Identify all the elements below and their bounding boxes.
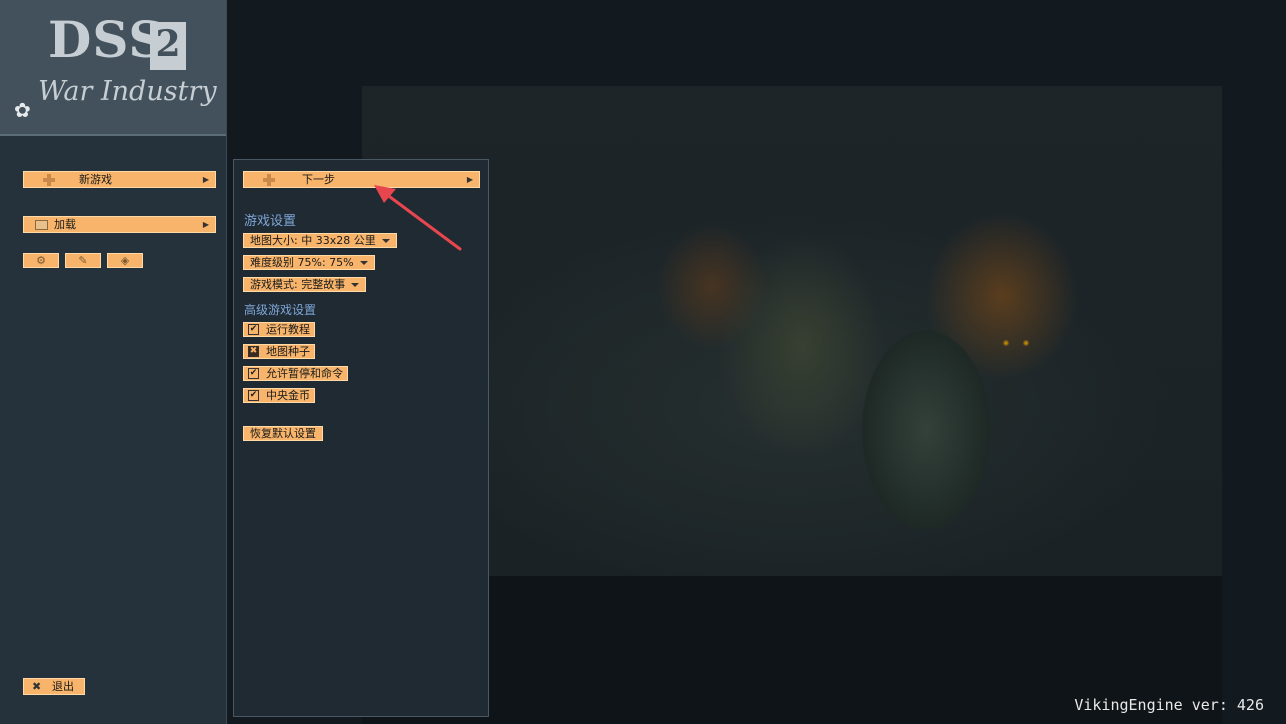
hooded-figure-art [786,290,1066,576]
new-game-label: 新游戏 [79,173,112,186]
logo-title: DSS [48,10,166,69]
left-menu-panel: DSS 2 War Industry ✿ 新游戏 ▶ 加载 ▶ ⚙ ✎ ◈ ✖ … [0,0,227,724]
quit-label: 退出 [52,680,74,693]
checkbox-unchecked-icon: ✖ [248,346,259,357]
new-game-button[interactable]: 新游戏 ▶ [23,171,216,188]
checkbox-checked-icon: ✔ [248,390,259,401]
plus-icon [42,173,56,186]
chevron-down-icon [351,283,360,287]
glowing-eyes-art [994,338,1038,348]
map-seed-checkbox[interactable]: ✖ 地图种子 [243,344,315,359]
arrow-right-icon: ▶ [202,220,209,229]
annotation-arrow-icon [374,185,462,251]
flower-icon[interactable]: ✿ [14,98,31,122]
settings-small-button[interactable]: ⚙ [23,253,59,268]
restore-defaults-button[interactable]: 恢复默认设置 [243,426,323,441]
checkbox-checked-icon: ✔ [248,368,259,379]
advanced-settings-heading: 高级游戏设置 [244,303,317,317]
plus-icon [262,173,276,186]
folder-icon [35,220,48,230]
edit-icon: ✎ [78,254,88,267]
game-mode-dropdown[interactable]: 游戏模式: 完整故事 [243,277,367,292]
edit-small-button[interactable]: ✎ [65,253,101,268]
quit-button[interactable]: ✖ 退出 [23,678,85,695]
difficulty-dropdown[interactable]: 难度级别 75%: 75% [243,255,375,270]
diamond-icon: ◈ [120,254,130,267]
version-label: VikingEngine ver: 426 [1074,696,1264,714]
load-label: 加载 [54,218,76,231]
central-gold-checkbox[interactable]: ✔ 中央金币 [243,388,315,403]
diamond-small-button[interactable]: ◈ [107,253,143,268]
logo-badge: 2 [150,22,186,70]
arrow-right-icon: ▶ [202,175,209,184]
tutorial-checkbox[interactable]: ✔ 运行教程 [243,322,315,337]
next-step-label: 下一步 [302,173,335,186]
checkbox-checked-icon: ✔ [248,324,259,335]
load-button[interactable]: 加载 ▶ [23,216,216,233]
game-logo: DSS 2 War Industry ✿ [0,0,226,136]
gear-icon: ⚙ [36,254,46,267]
close-icon: ✖ [32,680,42,693]
game-settings-heading: 游戏设置 [244,214,297,229]
logo-subtitle: War Industry [38,76,217,107]
allow-pause-checkbox[interactable]: ✔ 允许暂停和命令 [243,366,348,381]
chevron-down-icon [359,261,368,265]
